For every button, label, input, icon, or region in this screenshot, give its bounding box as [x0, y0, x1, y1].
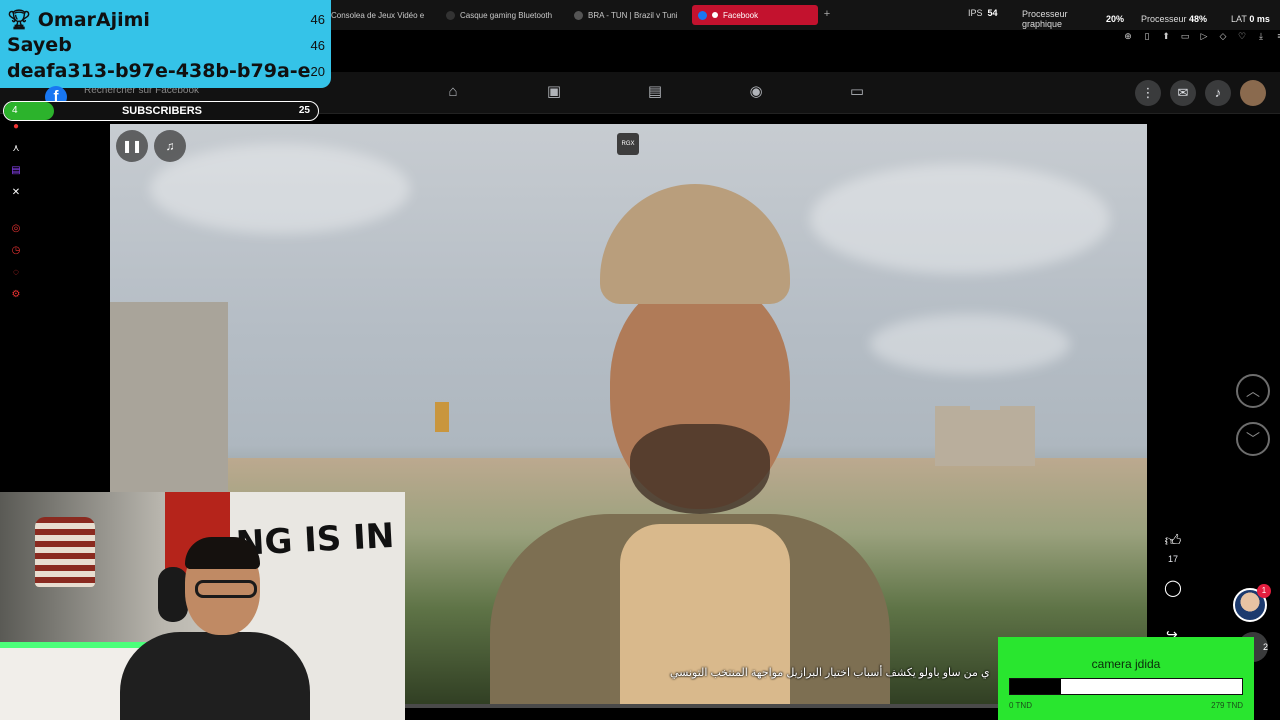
subscribers-goal-bar: SUBSCRIBERS 4 25: [3, 101, 319, 121]
goal-progress-bar: [1009, 678, 1243, 695]
streamer-body: [120, 632, 310, 720]
pause-button[interactable]: ❚❚: [116, 130, 148, 162]
kick-icon[interactable]: ⋏: [12, 142, 19, 156]
chat-icon[interactable]: ◌: [13, 266, 19, 280]
circle-icon[interactable]: ◎: [12, 222, 21, 236]
video-icon[interactable]: ▣: [544, 82, 564, 102]
ips-value: 54: [987, 8, 998, 18]
notifications-icon[interactable]: ♪: [1205, 80, 1231, 106]
glasses: [195, 580, 257, 598]
perf-cpu: Processeur 48%: [1141, 14, 1208, 24]
leaderboard-value: 20: [310, 64, 325, 79]
tab-label: Facebook: [723, 10, 759, 20]
cloud: [150, 144, 410, 234]
tab-bra-tun[interactable]: BRA - TUN | Brazil v Tuni: [568, 5, 686, 25]
clock-icon[interactable]: ◷: [12, 244, 21, 258]
headset: [158, 567, 188, 622]
tab-label: BRA - TUN | Brazil v Tuni: [588, 10, 678, 20]
chat-badge: 1: [1257, 584, 1271, 598]
groups-icon[interactable]: ◉: [746, 82, 766, 102]
building: [435, 402, 449, 432]
perf-gpu-label: Processeur graphique: [1022, 9, 1068, 29]
subscribers-goal: 25: [298, 105, 310, 116]
donation-goal-widget: camera jdida 0 TND 279 TND: [998, 637, 1254, 720]
next-reel-button[interactable]: ﹀: [1236, 422, 1270, 456]
tab-favicon-icon: [446, 10, 455, 20]
leaderboard-name: deafa313-b97e-438b-b79a-e: [7, 60, 311, 82]
undershirt: [620, 524, 790, 708]
bookmark-icon[interactable]: ▯: [1141, 30, 1153, 42]
perf-ips: IPS 54: [968, 8, 998, 18]
beard: [630, 424, 770, 514]
tab-facebook[interactable]: Facebook: [692, 5, 818, 25]
tab-consoles[interactable]: Consolea de Jeux Vidéo e: [325, 5, 430, 25]
subscribers-current: 4: [12, 105, 18, 116]
record-icon[interactable]: ●: [13, 120, 19, 134]
browser-toolbar-icons: ⊕ ▯ ⬆ ▭ ▷ ◇ ♡ ⤓ ≡: [1122, 30, 1280, 42]
heart-icon[interactable]: ♡: [1236, 30, 1248, 42]
share-icon[interactable]: ⬆: [1160, 30, 1172, 42]
download-icon[interactable]: ⤓: [1255, 30, 1267, 42]
play-icon[interactable]: ▷: [1198, 30, 1210, 42]
leaderboard-value: 46: [310, 38, 325, 53]
like-count: 17: [1167, 554, 1178, 564]
ips-label: IPS: [968, 8, 983, 18]
zoom-icon[interactable]: ⊕: [1122, 30, 1134, 42]
marketplace-icon[interactable]: ▤: [645, 82, 665, 102]
volume-button[interactable]: ♫: [154, 130, 186, 162]
messenger-icon[interactable]: ✉: [1170, 80, 1196, 106]
building: [970, 410, 1000, 466]
gaming-icon[interactable]: ▭: [847, 82, 867, 102]
home-icon[interactable]: ⌂: [443, 82, 463, 102]
goal-max: 279 TND: [1211, 701, 1243, 710]
menu-icon[interactable]: ≡: [1274, 30, 1280, 42]
tab-favicon-icon: [574, 10, 583, 20]
building: [935, 406, 970, 466]
left-social-rail: ● ⋏ ▤ ✕ ◎ ◷ ◌ ⚙: [8, 120, 24, 302]
perf-lat: LAT 0 ms: [1231, 14, 1270, 24]
streamer-hair: [185, 537, 260, 569]
facebook-favicon-icon: [698, 10, 707, 20]
presenter: [490, 184, 890, 708]
trophy-icon: 🏆︎: [7, 9, 32, 31]
goal-title: camera jdida: [1091, 657, 1161, 671]
wallet-icon[interactable]: ◇: [1217, 30, 1229, 42]
profile-avatar[interactable]: [1240, 80, 1266, 106]
goal-min: 0 TND: [1009, 701, 1032, 710]
cloud: [810, 164, 1110, 274]
previous-reel-button[interactable]: ︿: [1236, 374, 1270, 408]
goal-progress-fill: [1010, 679, 1062, 694]
video-subtitle: ي من ساو باولو يكشف أسباب اختيار البرازي…: [670, 667, 990, 679]
tab-label: Casque gaming Bluetooth: [460, 10, 553, 20]
twitch-icon[interactable]: ▤: [11, 164, 20, 178]
comment-icon[interactable]: ◯: [1163, 578, 1183, 598]
leaderboard-value: 46: [310, 12, 325, 27]
video-watermark: RGX: [617, 133, 639, 155]
like-icon[interactable]: 👍︎: [1163, 532, 1183, 551]
leaderboard-row-1: 🏆︎ OmarAjimi: [7, 8, 150, 31]
leaderboard-name: Sayeb: [7, 34, 72, 56]
perf-gpu-value: 20%: [1106, 14, 1125, 24]
hanging-jersey: [35, 517, 95, 587]
streamer-webcam: NG IS IN: [0, 492, 405, 720]
audio-playing-icon: [712, 12, 718, 18]
tab-label: Consolea de Jeux Vidéo e: [331, 10, 425, 20]
settings-icon[interactable]: ⚙: [12, 288, 21, 302]
cap: [600, 184, 790, 304]
building: [110, 302, 228, 492]
tab-headset[interactable]: Casque gaming Bluetooth: [440, 5, 555, 25]
screen-icon[interactable]: ▭: [1179, 30, 1191, 42]
leaderboard-name: OmarAjimi: [37, 9, 150, 31]
subscribers-label: SUBSCRIBERS: [121, 105, 203, 117]
building: [1000, 406, 1035, 466]
x-icon[interactable]: ✕: [12, 186, 20, 200]
new-tab-button[interactable]: +: [821, 8, 833, 20]
menu-grid-icon[interactable]: ⋮: [1135, 80, 1161, 106]
cloud: [870, 314, 1070, 374]
